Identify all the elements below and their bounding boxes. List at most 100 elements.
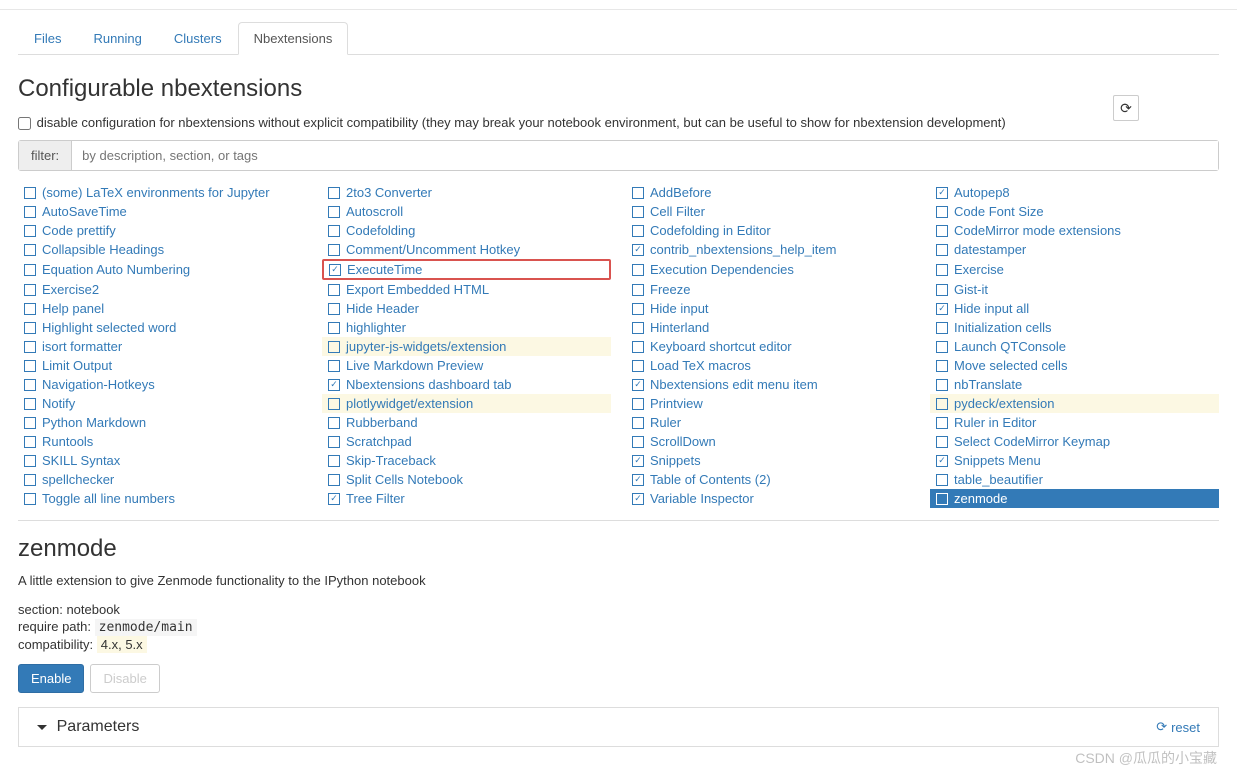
checkbox-icon[interactable] bbox=[329, 264, 341, 276]
extension-item[interactable]: contrib_nbextensions_help_item bbox=[626, 240, 915, 259]
checkbox-icon[interactable] bbox=[936, 474, 948, 486]
enable-button[interactable]: Enable bbox=[18, 664, 84, 693]
extension-item[interactable]: Highlight selected word bbox=[18, 318, 307, 337]
extension-link[interactable]: Rubberband bbox=[346, 415, 418, 430]
extension-link[interactable]: Table of Contents (2) bbox=[650, 472, 771, 487]
extension-link[interactable]: Snippets bbox=[650, 453, 701, 468]
checkbox-icon[interactable] bbox=[936, 341, 948, 353]
extension-link[interactable]: isort formatter bbox=[42, 339, 122, 354]
extension-link[interactable]: contrib_nbextensions_help_item bbox=[650, 242, 836, 257]
extension-item[interactable]: Autoscroll bbox=[322, 202, 611, 221]
extension-item[interactable]: Skip-Traceback bbox=[322, 451, 611, 470]
checkbox-icon[interactable] bbox=[24, 360, 36, 372]
extension-item[interactable]: Code Font Size bbox=[930, 202, 1219, 221]
checkbox-icon[interactable] bbox=[632, 264, 644, 276]
reset-link[interactable]: ⟳ reset bbox=[1156, 719, 1200, 735]
checkbox-icon[interactable] bbox=[328, 379, 340, 391]
extension-item[interactable]: Python Markdown bbox=[18, 413, 307, 432]
extension-item[interactable]: plotlywidget/extension bbox=[322, 394, 611, 413]
extension-item[interactable]: Comment/Uncomment Hotkey bbox=[322, 240, 611, 259]
extension-link[interactable]: Autopep8 bbox=[954, 185, 1010, 200]
extension-item[interactable]: Runtools bbox=[18, 432, 307, 451]
extension-link[interactable]: Exercise2 bbox=[42, 282, 99, 297]
extension-link[interactable]: highlighter bbox=[346, 320, 406, 335]
checkbox-icon[interactable] bbox=[632, 436, 644, 448]
extension-link[interactable]: Load TeX macros bbox=[650, 358, 751, 373]
checkbox-icon[interactable] bbox=[632, 493, 644, 505]
extension-link[interactable]: Autoscroll bbox=[346, 204, 403, 219]
extension-item[interactable]: Limit Output bbox=[18, 356, 307, 375]
checkbox-icon[interactable] bbox=[632, 322, 644, 334]
extension-link[interactable]: Execution Dependencies bbox=[650, 262, 794, 277]
extension-link[interactable]: AddBefore bbox=[650, 185, 711, 200]
extension-link[interactable]: table_beautifier bbox=[954, 472, 1043, 487]
extension-item[interactable]: highlighter bbox=[322, 318, 611, 337]
extension-item[interactable]: Export Embedded HTML bbox=[322, 280, 611, 299]
extension-link[interactable]: Runtools bbox=[42, 434, 93, 449]
checkbox-icon[interactable] bbox=[936, 206, 948, 218]
checkbox-icon[interactable] bbox=[936, 455, 948, 467]
extension-link[interactable]: Tree Filter bbox=[346, 491, 405, 506]
checkbox-icon[interactable] bbox=[24, 322, 36, 334]
extension-link[interactable]: nbTranslate bbox=[954, 377, 1022, 392]
checkbox-icon[interactable] bbox=[328, 303, 340, 315]
extension-link[interactable]: Collapsible Headings bbox=[42, 242, 164, 257]
checkbox-icon[interactable] bbox=[632, 455, 644, 467]
extension-item[interactable]: Snippets bbox=[626, 451, 915, 470]
checkbox-icon[interactable] bbox=[24, 474, 36, 486]
extension-item[interactable]: Select CodeMirror Keymap bbox=[930, 432, 1219, 451]
extension-link[interactable]: Nbextensions edit menu item bbox=[650, 377, 818, 392]
checkbox-icon[interactable] bbox=[936, 284, 948, 296]
checkbox-icon[interactable] bbox=[24, 493, 36, 505]
extension-item[interactable]: Hide Header bbox=[322, 299, 611, 318]
extension-item[interactable]: Exercise2 bbox=[18, 280, 307, 299]
extension-link[interactable]: Hide input all bbox=[954, 301, 1029, 316]
extension-link[interactable]: Cell Filter bbox=[650, 204, 705, 219]
extension-link[interactable]: jupyter-js-widgets/extension bbox=[346, 339, 506, 354]
extension-item[interactable]: AddBefore bbox=[626, 183, 915, 202]
extension-item[interactable]: pydeck/extension bbox=[930, 394, 1219, 413]
checkbox-icon[interactable] bbox=[936, 360, 948, 372]
extension-item[interactable]: Codefolding in Editor bbox=[626, 221, 915, 240]
extension-link[interactable]: Split Cells Notebook bbox=[346, 472, 463, 487]
extension-item[interactable]: Variable Inspector bbox=[626, 489, 915, 508]
extension-item[interactable]: Cell Filter bbox=[626, 202, 915, 221]
extension-item[interactable]: Live Markdown Preview bbox=[322, 356, 611, 375]
checkbox-icon[interactable] bbox=[24, 264, 36, 276]
extension-link[interactable]: Codefolding bbox=[346, 223, 415, 238]
checkbox-icon[interactable] bbox=[328, 206, 340, 218]
checkbox-icon[interactable] bbox=[936, 379, 948, 391]
extension-link[interactable]: Toggle all line numbers bbox=[42, 491, 175, 506]
extension-item[interactable]: Scratchpad bbox=[322, 432, 611, 451]
extension-link[interactable]: datestamper bbox=[954, 242, 1026, 257]
extension-link[interactable]: (some) LaTeX environments for Jupyter bbox=[42, 185, 270, 200]
checkbox-icon[interactable] bbox=[328, 360, 340, 372]
checkbox-icon[interactable] bbox=[632, 474, 644, 486]
extension-item[interactable]: datestamper bbox=[930, 240, 1219, 259]
extension-item[interactable]: Autopep8 bbox=[930, 183, 1219, 202]
checkbox-icon[interactable] bbox=[936, 264, 948, 276]
tab-clusters[interactable]: Clusters bbox=[158, 22, 238, 55]
checkbox-icon[interactable] bbox=[24, 436, 36, 448]
extension-item[interactable]: Hinterland bbox=[626, 318, 915, 337]
checkbox-icon[interactable] bbox=[24, 455, 36, 467]
checkbox-icon[interactable] bbox=[328, 474, 340, 486]
checkbox-icon[interactable] bbox=[24, 303, 36, 315]
checkbox-icon[interactable] bbox=[24, 379, 36, 391]
extension-link[interactable]: Scratchpad bbox=[346, 434, 412, 449]
extension-item[interactable]: 2to3 Converter bbox=[322, 183, 611, 202]
extension-link[interactable]: Ruler bbox=[650, 415, 681, 430]
extension-link[interactable]: Limit Output bbox=[42, 358, 112, 373]
checkbox-icon[interactable] bbox=[24, 284, 36, 296]
checkbox-icon[interactable] bbox=[936, 187, 948, 199]
extension-item[interactable]: nbTranslate bbox=[930, 375, 1219, 394]
checkbox-icon[interactable] bbox=[328, 436, 340, 448]
extension-item[interactable]: Freeze bbox=[626, 280, 915, 299]
extension-link[interactable]: Code Font Size bbox=[954, 204, 1044, 219]
checkbox-icon[interactable] bbox=[328, 244, 340, 256]
checkbox-icon[interactable] bbox=[24, 398, 36, 410]
extension-link[interactable]: Comment/Uncomment Hotkey bbox=[346, 242, 520, 257]
checkbox-icon[interactable] bbox=[328, 341, 340, 353]
checkbox-icon[interactable] bbox=[632, 341, 644, 353]
extension-item[interactable]: zenmode bbox=[930, 489, 1219, 508]
